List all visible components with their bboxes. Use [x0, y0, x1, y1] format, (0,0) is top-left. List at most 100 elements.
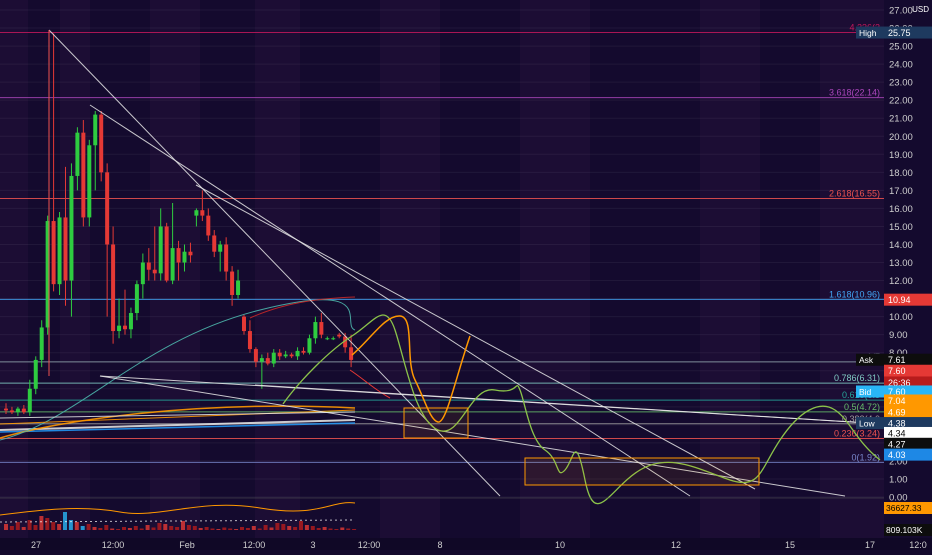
- candle-body: [265, 358, 270, 364]
- volume-bar: [281, 524, 286, 530]
- candle-body: [75, 132, 80, 176]
- price-axis-tick: 18.00: [889, 168, 913, 179]
- price-tag-text: 4.69: [888, 407, 906, 417]
- candle-body: [319, 322, 324, 335]
- fib-level-label: 2.618(16.55): [829, 188, 880, 198]
- candle-body: [307, 338, 312, 353]
- volume-bar: [340, 527, 345, 530]
- price-tag-prefix-text: Bid: [859, 387, 872, 397]
- price-tag-prefix-text: High: [859, 28, 877, 38]
- candle-body: [27, 388, 32, 413]
- volume-bar: [251, 526, 256, 530]
- candle-body: [117, 325, 122, 332]
- price-tag-text: 7.60: [888, 366, 906, 376]
- candle-body: [105, 172, 110, 245]
- time-axis-tick: 12:0: [909, 540, 927, 550]
- fib-level-label: 0.236(3.24): [834, 429, 880, 439]
- volume-bar: [122, 527, 126, 530]
- candle-body: [253, 349, 258, 362]
- volume-bar: [139, 528, 144, 530]
- candle-body: [337, 334, 342, 337]
- chart-canvas[interactable]: 4.236(23.618(22.14)2.618(16.55)1.618(10.…: [0, 0, 932, 550]
- candle-body: [176, 248, 181, 263]
- candle-body: [134, 284, 139, 314]
- candle-body: [81, 132, 86, 218]
- candle-body: [224, 244, 229, 272]
- candle-body: [271, 352, 276, 364]
- candle-body: [313, 322, 318, 339]
- time-axis-tick: 12:00: [102, 540, 125, 550]
- candle-body: [128, 313, 133, 330]
- price-axis-tick: 22.00: [889, 96, 913, 107]
- volume-bar: [245, 528, 250, 530]
- volume-bar: [210, 528, 215, 530]
- volume-bar: [222, 527, 227, 530]
- price-tag-prefix-text: Ask: [859, 355, 874, 365]
- fib-level-label: 0.786(6.31): [834, 373, 880, 383]
- trading-chart[interactable]: 4.236(23.618(22.14)2.618(16.55)1.618(10.…: [0, 0, 932, 550]
- price-axis-tick: 10.00: [889, 312, 913, 323]
- volume-bar: [110, 528, 115, 530]
- time-axis-tick: 17: [865, 540, 875, 550]
- price-axis-tick: 1.00: [889, 474, 908, 485]
- target-box: [403, 407, 469, 439]
- price-axis-tick: 13.00: [889, 258, 913, 269]
- volume-bar: [157, 523, 162, 530]
- volume-bar: [234, 529, 239, 530]
- time-axis-tick: 15: [785, 540, 795, 550]
- volume-bar: [57, 524, 62, 530]
- fib-level-label: 0.5(4.72): [844, 402, 880, 412]
- candle-body: [39, 327, 44, 360]
- price-tag-text: 7.61: [888, 355, 906, 365]
- volume-bar: [328, 528, 333, 530]
- candle-body: [247, 331, 252, 350]
- price-axis-tick: 17.00: [889, 186, 913, 197]
- candle-body: [200, 210, 205, 216]
- candle-body: [111, 244, 116, 332]
- candle-body: [301, 350, 306, 353]
- time-axis-tick: 27: [31, 540, 41, 550]
- volume-bar: [310, 526, 315, 530]
- volume-bar: [86, 524, 91, 530]
- volume-tag-text: 36627.33: [886, 503, 922, 513]
- volume-bar: [163, 524, 168, 530]
- volume-bar: [74, 522, 79, 530]
- candle-body: [325, 338, 330, 340]
- volume-bar: [334, 529, 339, 530]
- volume-bar: [257, 528, 262, 530]
- volume-bar: [145, 525, 150, 530]
- candle-body: [277, 352, 282, 357]
- volume-bar: [21, 527, 26, 530]
- volume-bar: [80, 526, 85, 530]
- price-axis-tick: 24.00: [889, 60, 913, 71]
- time-axis-tick: 10: [555, 540, 565, 550]
- volume-bar: [293, 527, 298, 530]
- volume-bar: [98, 528, 103, 530]
- candle-body: [194, 210, 199, 216]
- session-band: [150, 0, 200, 538]
- session-band: [700, 0, 760, 538]
- price-axis-tick: 23.00: [889, 78, 913, 89]
- volume-bar: [275, 523, 280, 530]
- price-axis-tick: 21.00: [889, 114, 913, 125]
- session-band: [255, 0, 300, 538]
- volume-bar: [4, 524, 8, 530]
- volume-bar: [9, 526, 14, 530]
- time-axis: 27 12:00 Feb 12:00 3 12:00 8 10 12 15 17 12:0: [0, 538, 932, 550]
- time-axis-tick: Feb: [179, 540, 195, 550]
- candle-body: [289, 354, 294, 357]
- candle-body: [33, 359, 38, 389]
- price-axis-tick: 12.00: [889, 276, 913, 287]
- volume-tag-text: 809.103K: [886, 525, 923, 535]
- price-axis-tick: 25.00: [889, 42, 913, 53]
- volume-bar: [151, 527, 156, 530]
- candle-body: [212, 235, 217, 252]
- candle-body: [87, 145, 92, 218]
- price-axis-tick: 15.00: [889, 222, 913, 233]
- price-tag-text: 7.04: [888, 396, 906, 406]
- price-tag-text: 4.34: [888, 428, 906, 438]
- currency-label: USD: [912, 5, 929, 14]
- candle-body: [242, 316, 246, 332]
- volume-bar: [316, 528, 321, 530]
- price-axis-tick: 0.00: [889, 493, 908, 504]
